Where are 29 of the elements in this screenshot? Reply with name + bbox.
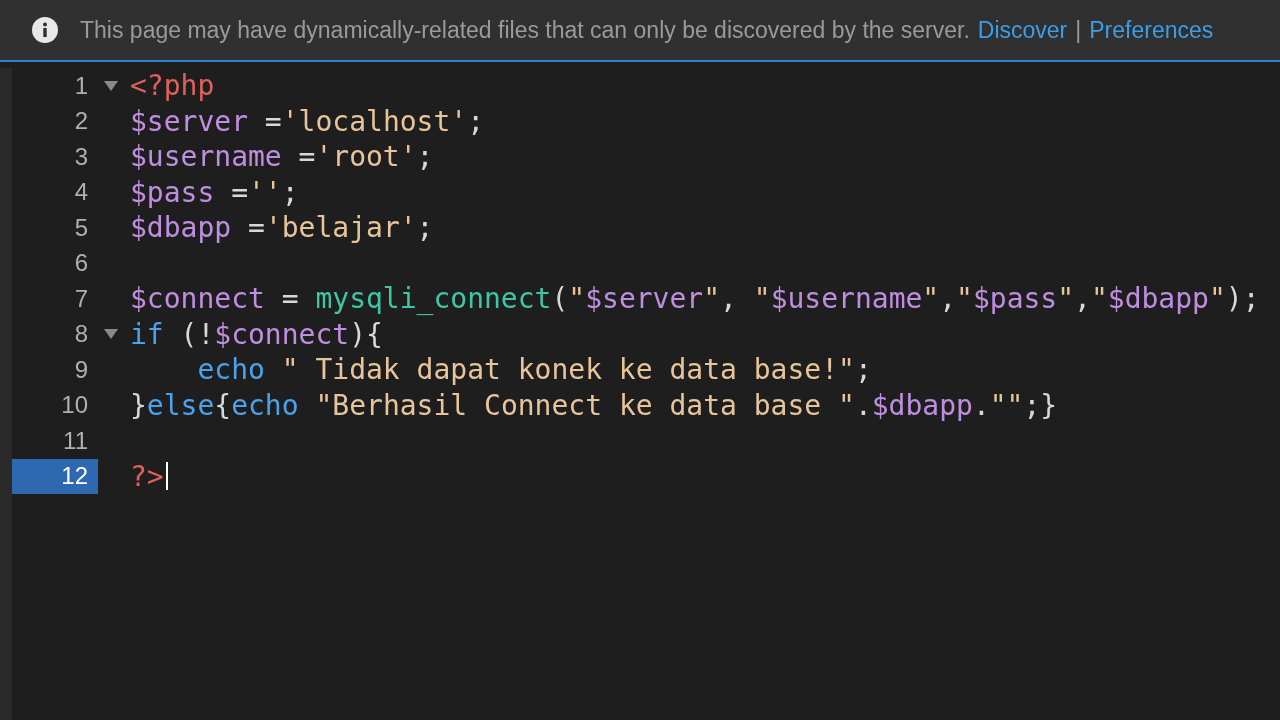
info-icon [32,17,58,43]
code-line: $dbapp ='belajar'; [129,210,434,246]
info-link[interactable]: Discover [977,12,1068,48]
code-line: ?> [129,458,164,494]
line-number: 7 [73,283,89,314]
line-number: 12 [12,458,98,494]
code-line: $connect = mysqli_connect("$server", "$username","$pass","$dbapp"); [129,281,1260,317]
line-number: 3 [73,141,89,172]
code-line: }else{echo "Berhasil Connect ke data base ".$dbapp."";} [129,387,1058,423]
line-number: 9 [73,354,89,385]
line-number: 2 [73,106,89,137]
line-number: 5 [73,212,89,243]
line-number: 4 [73,177,89,208]
fold-arrow-icon[interactable] [104,329,118,340]
code-line: $username ='root'; [129,139,434,175]
line-number: 11 [62,425,89,456]
info-message: This page may have dynamically-related files that can only be discovered by the server. [80,15,970,45]
code-line: echo " Tidak dapat konek ke data base!"; [196,352,872,388]
code-line: $server ='localhost'; [129,103,485,139]
line-number: 10 [60,390,89,421]
line-number: 8 [73,319,89,350]
code-line: $pass =''; [129,174,299,210]
info-link[interactable]: Preferences [1089,12,1214,48]
line-number: 6 [73,248,89,279]
line-number: 1 [73,70,89,101]
code-line: <?php [129,68,215,104]
code-line: if (!$connect){ [129,316,383,352]
link-separator: | [1075,15,1082,45]
fold-arrow-icon[interactable] [104,80,118,91]
